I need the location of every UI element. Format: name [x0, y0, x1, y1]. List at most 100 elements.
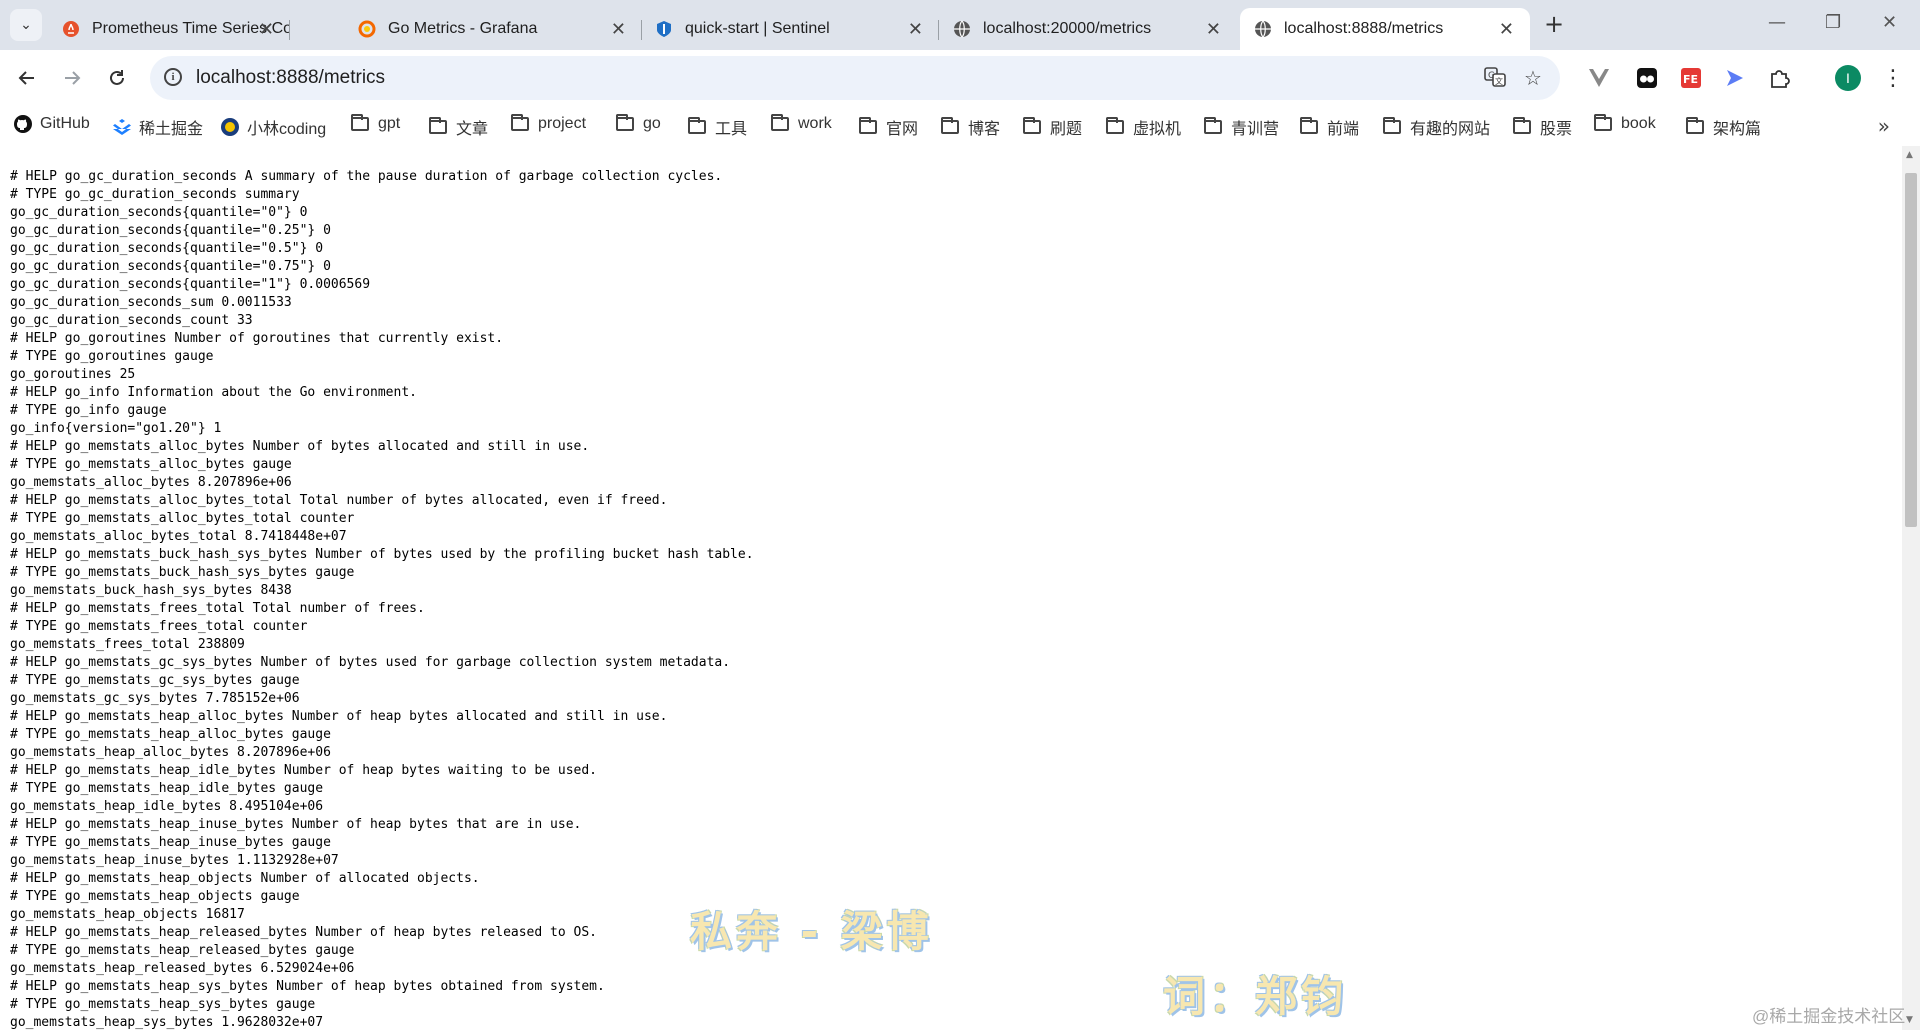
- metric-comment-line: # TYPE go_gc_duration_seconds summary: [10, 187, 300, 202]
- metric-value-line: go_memstats_heap_idle_bytes 8.495104e+06: [10, 799, 324, 814]
- metric-value-line: go_memstats_heap_objects 16817: [10, 907, 245, 922]
- bookmark-folder-go[interactable]: go: [616, 114, 661, 133]
- bookmark-xiaolin[interactable]: 小林coding: [221, 115, 326, 139]
- metric-value-line: go_gc_duration_seconds_sum 0.0011533: [10, 295, 292, 310]
- metric-value-line: go_memstats_alloc_bytes 8.207896e+06: [10, 475, 292, 490]
- bookmark-folder-fun-sites[interactable]: 有趣的网站: [1383, 115, 1490, 139]
- close-icon[interactable]: ✕: [908, 19, 923, 40]
- svg-text:文: 文: [1495, 76, 1503, 86]
- scroll-down-arrow-icon[interactable]: ▼: [1906, 1015, 1913, 1025]
- metric-comment-line: # HELP go_memstats_alloc_bytes_total Tot…: [10, 493, 668, 508]
- tab-title: quick-start | Sentinel: [685, 20, 830, 37]
- scroll-up-arrow-icon[interactable]: ▲: [1906, 150, 1913, 160]
- fe-helper-icon[interactable]: FE: [1679, 66, 1703, 90]
- github-icon: [14, 115, 32, 133]
- folder-icon: [1383, 117, 1401, 134]
- vue-devtools-icon[interactable]: [1587, 66, 1611, 90]
- back-button[interactable]: [12, 63, 42, 93]
- bookmark-folder-project[interactable]: project: [511, 114, 587, 133]
- lyric-credit-overlay: 词：郑钧: [1163, 972, 1348, 1021]
- metric-comment-line: # HELP go_goroutines Number of goroutine…: [10, 331, 504, 346]
- folder-icon: [941, 117, 959, 134]
- metric-comment-line: # HELP go_memstats_heap_objects Number o…: [10, 871, 480, 886]
- chevron-double-right-icon[interactable]: »: [1878, 114, 1890, 138]
- metric-value-line: go_gc_duration_seconds{quantile="0.25"} …: [10, 223, 331, 238]
- extensions-puzzle-icon[interactable]: [1767, 66, 1791, 90]
- tab-title: Go Metrics - Grafana: [388, 20, 538, 37]
- metric-comment-line: # HELP go_memstats_heap_idle_bytes Numbe…: [10, 763, 597, 778]
- bookmark-github[interactable]: GitHub: [14, 115, 90, 133]
- metric-comment-line: # HELP go_memstats_heap_alloc_bytes Numb…: [10, 709, 668, 724]
- bookmark-folder-gpt[interactable]: gpt: [351, 114, 400, 133]
- scrollbar-thumb[interactable]: [1905, 173, 1917, 527]
- bookmark-label: 稀土掘金: [139, 121, 204, 138]
- translate-icon[interactable]: G文: [1484, 66, 1506, 93]
- grafana-icon: [358, 20, 376, 38]
- minimize-icon[interactable]: —: [1768, 12, 1786, 33]
- tab-search-button[interactable]: ⌄: [10, 9, 42, 41]
- bookmark-label: 股票: [1540, 121, 1573, 138]
- close-icon[interactable]: ✕: [1206, 19, 1221, 40]
- folder-icon: [511, 114, 529, 131]
- bookmark-folder-camp[interactable]: 青训营: [1204, 115, 1279, 139]
- metric-value-line: go_gc_duration_seconds_count 33: [10, 313, 253, 328]
- metric-value-line: go_gc_duration_seconds{quantile="1"} 0.0…: [10, 277, 371, 292]
- bookmark-folder-official[interactable]: 官网: [859, 115, 918, 139]
- bookmark-star-icon[interactable]: ☆: [1524, 66, 1542, 90]
- bookmark-folder-tools[interactable]: 工具: [688, 115, 747, 139]
- bookmark-label: project: [538, 115, 587, 132]
- bookmark-label: 刷题: [1050, 121, 1083, 138]
- address-bar[interactable]: i localhost:8888/metrics G文 ☆: [150, 56, 1560, 100]
- bookmark-label: 小林coding: [247, 121, 327, 138]
- window-close-icon[interactable]: ✕: [1882, 12, 1897, 33]
- bookmark-folder-stocks[interactable]: 股票: [1513, 115, 1572, 139]
- site-info-icon[interactable]: i: [164, 68, 182, 86]
- xiaolin-icon: [221, 118, 239, 136]
- metrics-text: # HELP go_gc_duration_seconds A summary …: [0, 146, 1902, 1030]
- metric-comment-line: # TYPE go_memstats_heap_objects gauge: [10, 889, 300, 904]
- bookmark-folder-leetcode[interactable]: 刷题: [1023, 115, 1082, 139]
- page-content: # HELP go_gc_duration_seconds A summary …: [0, 146, 1902, 1030]
- bookmark-extension-icon[interactable]: [1723, 66, 1747, 90]
- tab-sentinel[interactable]: quick-start | Sentinel ✕: [641, 8, 939, 50]
- bookmark-folder-vm[interactable]: 虚拟机: [1106, 115, 1181, 139]
- metric-value-line: go_gc_duration_seconds{quantile="0.5"} 0: [10, 241, 324, 256]
- metric-comment-line: # TYPE go_memstats_alloc_bytes_total cou…: [10, 511, 355, 526]
- metric-value-line: go_memstats_gc_sys_bytes 7.785152e+06: [10, 691, 300, 706]
- bookmark-folder-frontend[interactable]: 前端: [1300, 115, 1359, 139]
- bookmark-label: 青训营: [1231, 121, 1280, 138]
- metric-comment-line: # HELP go_memstats_heap_inuse_bytes Numb…: [10, 817, 582, 832]
- bookmark-label: 文章: [456, 121, 489, 138]
- bookmark-folder-articles[interactable]: 文章: [429, 115, 488, 139]
- bookmark-folder-book[interactable]: book: [1594, 114, 1656, 133]
- bookmark-folder-blog[interactable]: 博客: [941, 115, 1000, 139]
- bookmark-juejin[interactable]: 稀土掘金: [113, 115, 203, 139]
- forward-button[interactable]: [57, 63, 87, 93]
- juejin-icon: [113, 118, 131, 136]
- metric-comment-line: # HELP go_memstats_frees_total Total num…: [10, 601, 425, 616]
- close-icon[interactable]: ✕: [259, 19, 274, 40]
- tab-localhost-20000[interactable]: localhost:20000/metrics ✕: [939, 8, 1237, 50]
- bookmark-label: 工具: [715, 121, 748, 138]
- bookmark-folder-architecture[interactable]: 架构篇: [1686, 115, 1761, 139]
- metric-comment-line: # HELP go_info Information about the Go …: [10, 385, 417, 400]
- address-url[interactable]: localhost:8888/metrics: [196, 67, 385, 89]
- folder-icon: [688, 117, 706, 134]
- tab-prometheus[interactable]: Prometheus Time Series Colle ✕: [48, 8, 290, 50]
- metric-comment-line: # TYPE go_memstats_heap_sys_bytes gauge: [10, 997, 316, 1012]
- prometheus-icon: [62, 20, 80, 38]
- metric-value-line: go_memstats_frees_total 238809: [10, 637, 245, 652]
- restore-icon[interactable]: ❐: [1825, 12, 1841, 33]
- close-icon[interactable]: ✕: [611, 19, 626, 40]
- profile-avatar[interactable]: I: [1835, 65, 1861, 91]
- folder-icon: [1023, 117, 1041, 134]
- bookmark-folder-work[interactable]: work: [771, 114, 832, 133]
- tab-grafana[interactable]: Go Metrics - Grafana ✕: [344, 8, 642, 50]
- close-icon[interactable]: ✕: [1499, 19, 1514, 40]
- tab-localhost-8888[interactable]: localhost:8888/metrics ✕: [1240, 8, 1530, 50]
- mask-extension-icon[interactable]: [1635, 66, 1659, 90]
- reload-button[interactable]: [102, 63, 132, 93]
- bookmark-label: 博客: [968, 121, 1001, 138]
- new-tab-button[interactable]: +: [1544, 12, 1564, 36]
- menu-kebab-icon[interactable]: ⋮: [1881, 66, 1905, 91]
